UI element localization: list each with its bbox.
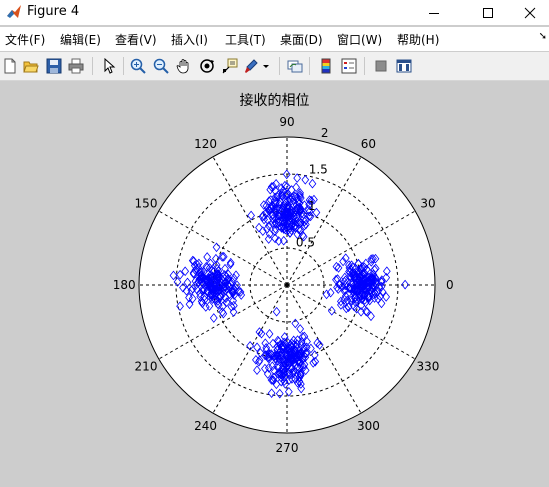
angle-tick-label: 330 — [417, 359, 440, 373]
angle-tick-label: 30 — [420, 197, 435, 211]
angle-tick-label: 180 — [113, 278, 136, 292]
angle-tick-label: 240 — [194, 419, 217, 433]
angle-tick-label: 90 — [279, 115, 294, 129]
polar-plot[interactable]: 0 30 60 90 120 150 180 210 240 270 300 330 0.5 1 1.5 2 — [0, 0, 549, 487]
radial-tick-label: 0.5 — [296, 236, 315, 250]
radial-tick-label: 2 — [321, 126, 329, 140]
polar-grid — [138, 136, 436, 434]
angle-tick-label: 270 — [276, 441, 299, 455]
radial-tick-label: 1 — [308, 199, 316, 213]
angle-tick-label: 300 — [357, 419, 380, 433]
angle-tick-label: 0 — [446, 278, 454, 292]
angle-tick-label: 60 — [361, 137, 376, 151]
angle-tick-label: 150 — [135, 197, 158, 211]
angle-tick-label: 210 — [135, 359, 158, 373]
angle-tick-label: 120 — [194, 137, 217, 151]
radial-tick-label: 1.5 — [309, 163, 328, 177]
